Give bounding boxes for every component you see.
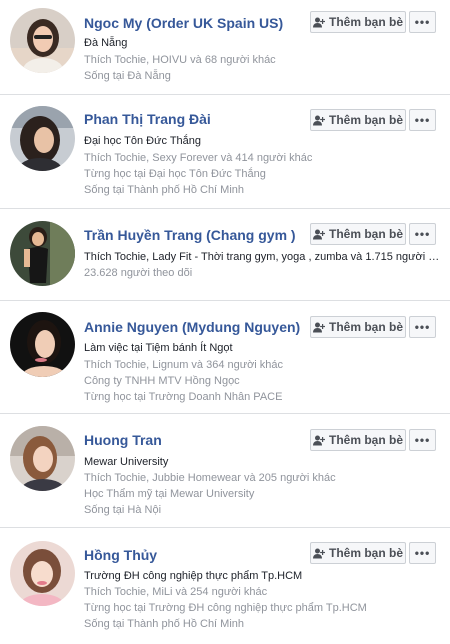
more-icon: ••• <box>414 113 431 127</box>
add-friend-button[interactable]: Thêm bạn bè <box>310 223 406 245</box>
person-card: Annie Nguyen (Mydung Nguyen) Làm việc tạ… <box>0 301 450 414</box>
person-detail: Thích Tochie, Lady Fit - Thời trang gym,… <box>84 251 440 263</box>
avatar[interactable] <box>10 8 75 73</box>
add-friend-label: Thêm bạn bè <box>328 113 403 127</box>
person-detail: Thích Tochie, MiLi và 254 người khác <box>84 586 268 598</box>
person-name[interactable]: Phan Thị Trang Đài <box>84 111 211 127</box>
person-detail: Từng học tại Trường ĐH công nghiệp thực … <box>84 602 367 614</box>
person-detail: Sống tại Thành phố Hồ Chí Minh <box>84 618 245 630</box>
add-friend-icon <box>312 548 325 558</box>
person-name[interactable]: Annie Nguyen (Mydung Nguyen) <box>84 319 300 335</box>
friend-suggestion-list: Ngoc My (Order UK Spain US) Đà Nẵng Thíc… <box>0 0 450 644</box>
add-friend-button[interactable]: Thêm bạn bè <box>310 542 406 564</box>
add-friend-icon <box>312 435 325 445</box>
more-options-button[interactable]: ••• <box>409 542 436 564</box>
more-icon: ••• <box>414 15 431 29</box>
person-detail: Thích Tochie, Sexy Forever và 414 người … <box>84 152 313 164</box>
add-friend-button[interactable]: Thêm bạn bè <box>310 316 406 338</box>
person-detail: Mewar University <box>84 456 169 468</box>
add-friend-button[interactable]: Thêm bạn bè <box>310 11 406 33</box>
person-detail: Thích Tochie, HOIVU và 68 người khác <box>84 54 276 66</box>
person-detail: Đà Nẵng <box>84 37 128 49</box>
more-icon: ••• <box>414 433 431 447</box>
add-friend-label: Thêm bạn bè <box>328 433 403 447</box>
person-detail: Sống tại Thành phố Hồ Chí Minh <box>84 184 245 196</box>
add-friend-icon <box>312 322 325 332</box>
person-detail: Sống tại Đà Nẵng <box>84 70 171 82</box>
avatar[interactable] <box>10 312 75 377</box>
more-icon: ••• <box>414 546 431 560</box>
add-friend-icon <box>312 115 325 125</box>
person-detail: Làm việc tại Tiệm bánh Ít Ngọt <box>84 342 233 354</box>
more-options-button[interactable]: ••• <box>409 429 436 451</box>
person-detail: Đại học Tôn Đức Thắng <box>84 135 202 147</box>
person-name[interactable]: Huong Tran <box>84 432 162 448</box>
add-friend-label: Thêm bạn bè <box>328 320 403 334</box>
person-card: Hồng Thủy Trường ĐH công nghiệp thực phẩ… <box>0 528 450 644</box>
add-friend-label: Thêm bạn bè <box>328 15 403 29</box>
add-friend-label: Thêm bạn bè <box>328 546 403 560</box>
person-detail: Sống tại Hà Nội <box>84 504 162 516</box>
more-options-button[interactable]: ••• <box>409 316 436 338</box>
avatar[interactable] <box>10 541 75 606</box>
avatar[interactable] <box>10 106 75 171</box>
more-icon: ••• <box>414 320 431 334</box>
person-name[interactable]: Hồng Thủy <box>84 547 157 563</box>
person-card: Phan Thị Trang Đài Đại học Tôn Đức Thắng… <box>0 95 450 209</box>
person-name[interactable]: Trần Huyền Trang (Chang gym ) <box>84 227 296 243</box>
person-card: Trần Huyền Trang (Chang gym ) Thích Toch… <box>0 209 450 301</box>
avatar[interactable] <box>10 426 75 491</box>
more-icon: ••• <box>414 227 431 241</box>
add-friend-label: Thêm bạn bè <box>328 227 403 241</box>
person-card: Huong Tran Mewar University Thích Tochie… <box>0 414 450 528</box>
person-card: Ngoc My (Order UK Spain US) Đà Nẵng Thíc… <box>0 0 450 95</box>
person-detail: Trường ĐH công nghiệp thực phẩm Tp.HCM <box>84 570 303 582</box>
person-detail: Thích Tochie, Lignum và 364 người khác <box>84 359 284 371</box>
avatar[interactable] <box>10 221 75 286</box>
add-friend-button[interactable]: Thêm bạn bè <box>310 429 406 451</box>
add-friend-icon <box>312 17 325 27</box>
person-detail: Thích Tochie, Jubbie Homewear và 205 ngư… <box>84 472 336 484</box>
more-options-button[interactable]: ••• <box>409 109 436 131</box>
person-detail: Công ty TNHH MTV Hồng Ngọc <box>84 375 240 387</box>
person-detail: Từng học tại Trường Doanh Nhân PACE <box>84 391 283 403</box>
add-friend-button[interactable]: Thêm bạn bè <box>310 109 406 131</box>
add-friend-icon <box>312 229 325 239</box>
person-name[interactable]: Ngoc My (Order UK Spain US) <box>84 15 283 31</box>
person-detail: Học Thẩm mỹ tại Mewar University <box>84 488 255 500</box>
more-options-button[interactable]: ••• <box>409 223 436 245</box>
more-options-button[interactable]: ••• <box>409 11 436 33</box>
person-detail: 23.628 người theo dõi <box>84 267 193 279</box>
person-detail: Từng học tại Đại học Tôn Đức Thắng <box>84 168 266 180</box>
